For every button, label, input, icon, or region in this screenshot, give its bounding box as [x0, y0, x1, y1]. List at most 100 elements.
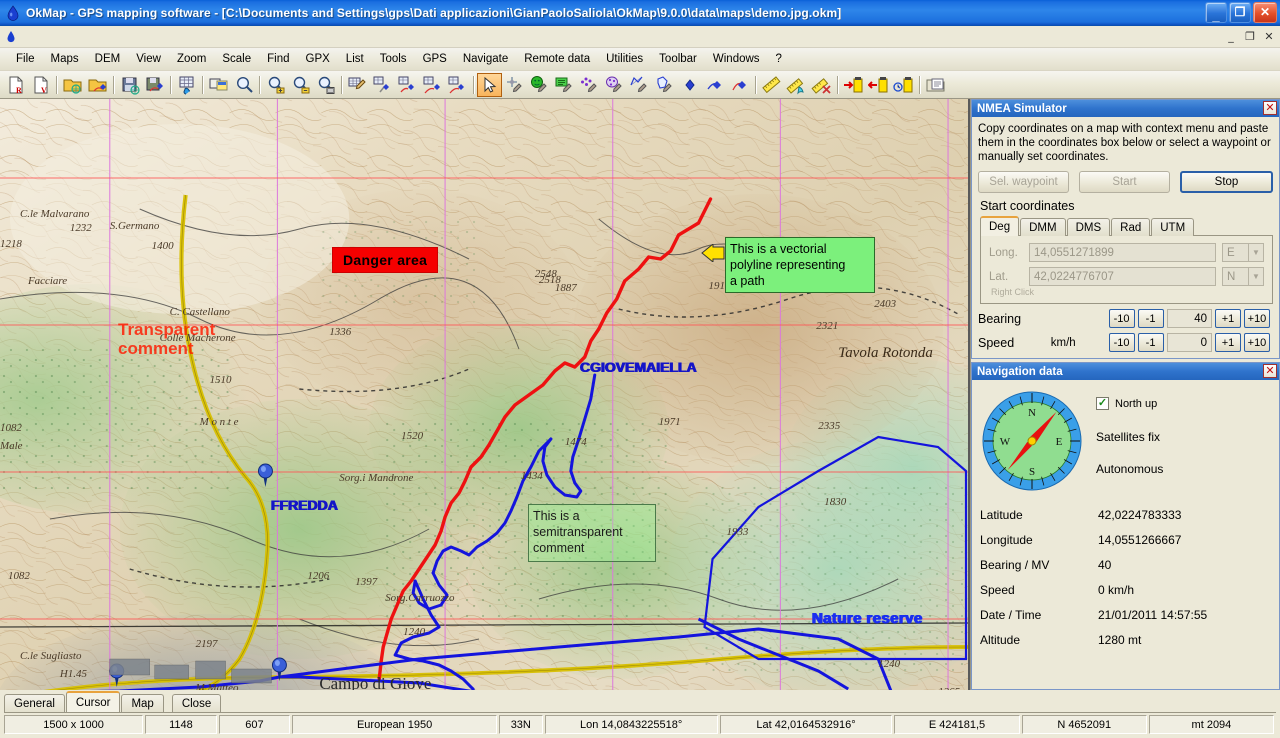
edit-grid-icon[interactable]	[345, 73, 370, 97]
mdi-close-button[interactable]: ✕	[1262, 29, 1276, 43]
toolbar-separator	[199, 75, 206, 95]
status-tab-close[interactable]: Close	[172, 694, 221, 712]
gps-simulate-icon[interactable]	[891, 73, 916, 97]
menu-remote-data[interactable]: Remote data	[516, 50, 598, 68]
speed-value[interactable]: 0	[1167, 333, 1212, 352]
minimize-button[interactable]: _	[1205, 2, 1227, 23]
menu-navigate[interactable]: Navigate	[455, 50, 516, 68]
menu-toolbar[interactable]: Toolbar	[651, 50, 705, 68]
new-raster-map-icon[interactable]: R	[3, 73, 28, 97]
gps-connect-icon[interactable]	[841, 73, 866, 97]
start-button[interactable]: Start	[1079, 171, 1170, 193]
navdata-close-icon[interactable]: ✕	[1263, 364, 1277, 378]
bearing-minus1-button[interactable]: -1	[1138, 309, 1164, 328]
menu-gps[interactable]: GPS	[415, 50, 455, 68]
north-up-checkbox[interactable]: ✓	[1096, 397, 1109, 410]
save-map-icon[interactable]	[117, 73, 142, 97]
add-polyline-icon[interactable]	[627, 73, 652, 97]
vector-merge-icon[interactable]	[395, 73, 420, 97]
zoom-window-icon[interactable]	[313, 73, 338, 97]
add-comment-icon[interactable]	[552, 73, 577, 97]
measure-area-icon[interactable]	[784, 73, 809, 97]
zoom-in-icon[interactable]	[263, 73, 288, 97]
track-icon[interactable]	[727, 73, 752, 97]
vector-polyline-comment[interactable]: This is a vectorial polyline representin…	[725, 237, 875, 293]
menu-help[interactable]: ?	[768, 50, 790, 68]
mdi-restore-button[interactable]: ❐	[1243, 29, 1257, 43]
longitude-input[interactable]: 14,0551271899	[1029, 243, 1216, 262]
zoom-out-icon[interactable]	[288, 73, 313, 97]
report-icon[interactable]	[923, 73, 948, 97]
status-tab-general[interactable]: General	[4, 694, 65, 712]
map-view[interactable]: C.le Malvarano 1232 1218 S.Germano 1400 …	[0, 99, 970, 690]
stop-button[interactable]: Stop	[1180, 171, 1273, 193]
sel-waypoint-button[interactable]: Sel. waypoint	[978, 171, 1069, 193]
menu-utilities[interactable]: Utilities	[598, 50, 651, 68]
pointer-select-icon[interactable]	[477, 73, 502, 97]
add-area-icon[interactable]	[602, 73, 627, 97]
toolbar-separator	[916, 75, 923, 95]
maximize-button[interactable]: ❐	[1229, 2, 1251, 23]
longitude-hemisphere-dropdown[interactable]: ▼	[1248, 243, 1264, 262]
vector-split-icon[interactable]	[370, 73, 395, 97]
speed-plus1-button[interactable]: +1	[1215, 333, 1241, 352]
menu-windows[interactable]: Windows	[705, 50, 768, 68]
menu-zoom[interactable]: Zoom	[169, 50, 214, 68]
latitude-input[interactable]: 42,0224776707	[1029, 267, 1216, 286]
mdi-minimize-button[interactable]: _	[1224, 29, 1238, 43]
tab-rad[interactable]: Rad	[1111, 218, 1150, 236]
nmea-close-icon[interactable]: ✕	[1263, 101, 1277, 115]
zoom-icon[interactable]	[231, 73, 256, 97]
open-vector-icon[interactable]	[85, 73, 110, 97]
new-vector-map-icon[interactable]: V	[28, 73, 53, 97]
measure-distance-icon[interactable]	[759, 73, 784, 97]
speed-plus10-button[interactable]: +10	[1244, 333, 1270, 352]
bearing-minus10-button[interactable]: -10	[1109, 309, 1135, 328]
close-button[interactable]: ✕	[1253, 2, 1277, 23]
save-vector-icon[interactable]	[142, 73, 167, 97]
menu-tools[interactable]: Tools	[372, 50, 415, 68]
add-points-icon[interactable]	[577, 73, 602, 97]
status-tab-cursor[interactable]: Cursor	[66, 691, 121, 712]
north-up-row[interactable]: ✓ North up	[1096, 397, 1271, 410]
latitude-hemisphere: N	[1222, 267, 1248, 286]
vector-path-icon[interactable]	[420, 73, 445, 97]
tab-utm[interactable]: UTM	[1151, 218, 1194, 236]
semitransparent-comment[interactable]: This is a semitransparent comment	[528, 504, 656, 562]
danger-area-comment[interactable]: Danger area	[332, 247, 438, 273]
bearing-plus1-button[interactable]: +1	[1215, 309, 1241, 328]
bearing-value[interactable]: 40	[1167, 309, 1212, 328]
speed-label: Speed	[978, 336, 1051, 350]
svg-text:2197: 2197	[196, 638, 218, 650]
add-waypoint-icon[interactable]	[527, 73, 552, 97]
menu-file[interactable]: File	[8, 50, 43, 68]
latitude-hemisphere-dropdown[interactable]: ▼	[1248, 267, 1264, 286]
menu-list[interactable]: List	[338, 50, 372, 68]
map-properties-icon[interactable]	[206, 73, 231, 97]
toolbar-separator	[256, 75, 263, 95]
waypoint-icon[interactable]	[677, 73, 702, 97]
map-grid-icon[interactable]	[174, 73, 199, 97]
menu-scale[interactable]: Scale	[214, 50, 259, 68]
menu-view[interactable]: View	[128, 50, 169, 68]
tab-dms[interactable]: DMS	[1067, 218, 1111, 236]
add-shape-icon[interactable]	[652, 73, 677, 97]
bearing-plus10-button[interactable]: +10	[1244, 309, 1270, 328]
speed-minus1-button[interactable]: -1	[1138, 333, 1164, 352]
map-canvas[interactable]: C.le Malvarano 1232 1218 S.Germano 1400 …	[0, 99, 968, 690]
status-tab-map[interactable]: Map	[121, 694, 163, 712]
vector-path-edit-icon[interactable]	[445, 73, 470, 97]
tab-deg[interactable]: Deg	[980, 216, 1019, 236]
menu-dem[interactable]: DEM	[87, 50, 129, 68]
open-map-icon[interactable]	[60, 73, 85, 97]
move-point-icon[interactable]	[502, 73, 527, 97]
menu-find[interactable]: Find	[259, 50, 297, 68]
menu-gpx[interactable]: GPX	[298, 50, 338, 68]
tab-dmm[interactable]: DMM	[1020, 218, 1065, 236]
speed-minus10-button[interactable]: -10	[1109, 333, 1135, 352]
menu-maps[interactable]: Maps	[43, 50, 87, 68]
compass-n: N	[1028, 407, 1036, 419]
gps-download-icon[interactable]	[866, 73, 891, 97]
route-icon[interactable]	[702, 73, 727, 97]
measure-clear-icon[interactable]	[809, 73, 834, 97]
